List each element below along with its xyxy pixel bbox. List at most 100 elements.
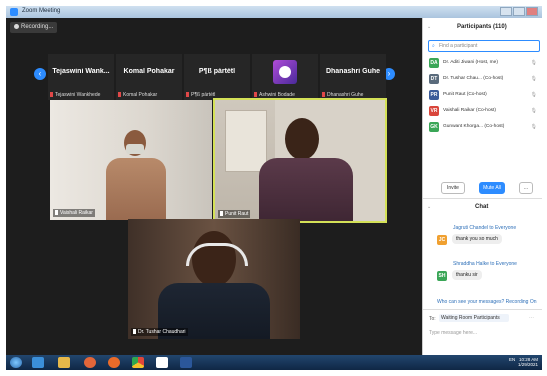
recording-icon	[14, 23, 19, 29]
search-icon: ⌕	[432, 43, 435, 49]
person-body	[259, 158, 353, 221]
avatar: SH	[437, 271, 447, 281]
recording-indicator[interactable]: Recording...	[10, 22, 58, 33]
participant-row[interactable]: GK Gunwant Khorga... (Co-host) 🎙	[429, 120, 541, 134]
muted-icon	[186, 92, 189, 98]
strip-label: P¶ß pártétl	[191, 92, 216, 98]
strip-tile[interactable]: Dhanashri Guhe Dhanashri Guhe	[320, 54, 386, 100]
window-controls	[500, 7, 540, 17]
find-placeholder: Find a participant	[439, 43, 478, 49]
strip-name: Dhanashri Guhe	[325, 68, 381, 75]
chat-message: thank you so much	[452, 234, 502, 244]
participant-row[interactable]: PR Punit Raut (Co-host) 🎙	[429, 88, 541, 102]
mute-all-button[interactable]: Mute All	[479, 182, 505, 194]
strip-tile[interactable]: P¶ß pártétl P¶ß pártétl	[184, 54, 250, 100]
muted-icon	[118, 92, 121, 98]
avatar	[273, 60, 297, 84]
maximize-button[interactable]	[513, 7, 525, 16]
marshmello-avatar-icon	[279, 66, 291, 78]
participant-row[interactable]: VR Vaishali Raikar (Co-host) 🎙	[429, 104, 541, 118]
mic-camera-icons: 🎙	[530, 60, 537, 66]
strip-label: Tejaswini Wankhede	[55, 92, 101, 98]
strip-tile[interactable]: Tejaswini Wank... Tejaswini Wankhede	[48, 54, 114, 100]
muted-icon	[50, 92, 53, 98]
video-label: Punit Raut	[225, 211, 249, 217]
zoom-taskbar-icon[interactable]	[156, 357, 168, 368]
to-label: To:	[429, 316, 436, 322]
muted-icon	[322, 92, 325, 98]
word-icon[interactable]	[180, 357, 192, 368]
collapse-participants-icon[interactable]: ⌄	[427, 24, 431, 30]
mic-icon	[133, 329, 136, 335]
message-input[interactable]: Type message here...	[429, 330, 477, 336]
side-panel: ⌄ Participants (110) ⌕ Find a participan…	[422, 18, 542, 367]
find-participant-input[interactable]: ⌕ Find a participant	[428, 40, 540, 52]
minimize-button[interactable]	[500, 7, 512, 16]
video-area: Recording... ‹ › Tejaswini Wank... Tejas…	[6, 18, 422, 367]
ie-icon[interactable]	[32, 357, 44, 368]
window-title: Zoom Meeting	[22, 8, 61, 14]
person-head	[285, 118, 319, 160]
video-tile-bottom[interactable]: Dr. Tushar Chaudhari	[128, 219, 300, 339]
avatar: VR	[429, 106, 439, 116]
video-label: Vaishali Raikar	[60, 210, 93, 216]
taskbar: EN 10:28 AM 1/29/2021	[6, 355, 542, 370]
recording-label: Recording...	[21, 24, 54, 30]
mic-icon	[220, 211, 223, 217]
participant-name: Dr. Tushar Chau... (Co-host)	[443, 76, 504, 81]
mic-camera-icons: 🎙	[530, 108, 537, 114]
chat-notice[interactable]: Who can see your messages? Recording On	[437, 299, 537, 305]
more-button[interactable]: ...	[519, 182, 533, 194]
mic-camera-icons: 🎙	[530, 124, 537, 130]
participant-row[interactable]: DT Dr. Tushar Chau... (Co-host) 🎙	[429, 72, 541, 86]
strip-name: P¶ß pártétl	[198, 68, 236, 75]
strip-label: Komal Pohakar	[123, 92, 158, 98]
collapse-chat-icon[interactable]: ⌄	[427, 204, 431, 210]
strip-name: Tejaswini Wank...	[52, 68, 110, 75]
strip-tile[interactable]: Komal Pohakar Komal Pohakar	[116, 54, 182, 100]
message-sender: Jagruti Chandel to Everyone	[453, 225, 517, 231]
avatar: JC	[437, 235, 447, 245]
recipient-select[interactable]: Waiting Room Participants	[439, 314, 509, 322]
participant-name: Gunwant Khorga... (Co-host)	[443, 124, 505, 129]
strip-tile[interactable]: Ashwini Bodade	[252, 54, 318, 100]
shelf	[225, 110, 267, 172]
participants-title: Participants (110)	[457, 24, 507, 30]
firefox-icon[interactable]	[108, 357, 120, 368]
invite-button[interactable]: Invite	[441, 182, 465, 194]
zoom-window: Zoom Meeting Recording... ‹ › Tejaswini …	[6, 6, 542, 369]
mic-camera-icons: 🎙	[530, 76, 537, 82]
video-label: Dr. Tushar Chaudhari	[138, 329, 186, 335]
mic-icon	[55, 210, 58, 216]
mask	[126, 144, 144, 154]
participant-row[interactable]: DA Dr. Aditi Jiwani (Host, me) 🎙	[429, 56, 541, 70]
participant-strip: Tejaswini Wank... Tejaswini Wankhede Kom…	[46, 54, 386, 102]
avatar: GK	[429, 122, 439, 132]
chat-title: Chat	[475, 204, 489, 210]
video-tile-active-speaker[interactable]: Punit Raut	[213, 98, 387, 223]
start-button-icon[interactable]	[10, 357, 22, 368]
clock-date: 1/29/2021	[517, 362, 538, 367]
participant-name: Vaishali Raikar (Co-host)	[443, 108, 496, 113]
person-body	[106, 158, 166, 220]
chat-message: thanku sir	[452, 270, 482, 280]
strip-name: Komal Pohakar	[123, 68, 175, 75]
participant-name: Dr. Aditi Jiwani (Host, me)	[443, 60, 498, 65]
video-tile-left[interactable]: Vaishali Raikar	[50, 100, 212, 220]
media-player-icon[interactable]	[84, 357, 96, 368]
muted-icon	[254, 92, 257, 98]
avatar: DA	[429, 58, 439, 68]
close-button[interactable]	[526, 7, 538, 16]
avatar: PR	[429, 90, 439, 100]
folder-icon[interactable]	[58, 357, 70, 368]
language-indicator[interactable]: EN	[509, 357, 515, 362]
zoom-logo-icon	[10, 8, 18, 16]
title-bar: Zoom Meeting	[6, 6, 542, 18]
participant-name: Punit Raut (Co-host)	[443, 92, 487, 97]
message-sender: Shraddha Halke to Everyone	[453, 261, 517, 267]
chrome-icon[interactable]	[132, 357, 144, 368]
prev-page-button[interactable]: ‹	[34, 68, 46, 80]
system-tray: EN 10:28 AM 1/29/2021	[509, 357, 538, 367]
avatar: DT	[429, 74, 439, 84]
chat-more-icon[interactable]: ⋯	[529, 315, 534, 321]
